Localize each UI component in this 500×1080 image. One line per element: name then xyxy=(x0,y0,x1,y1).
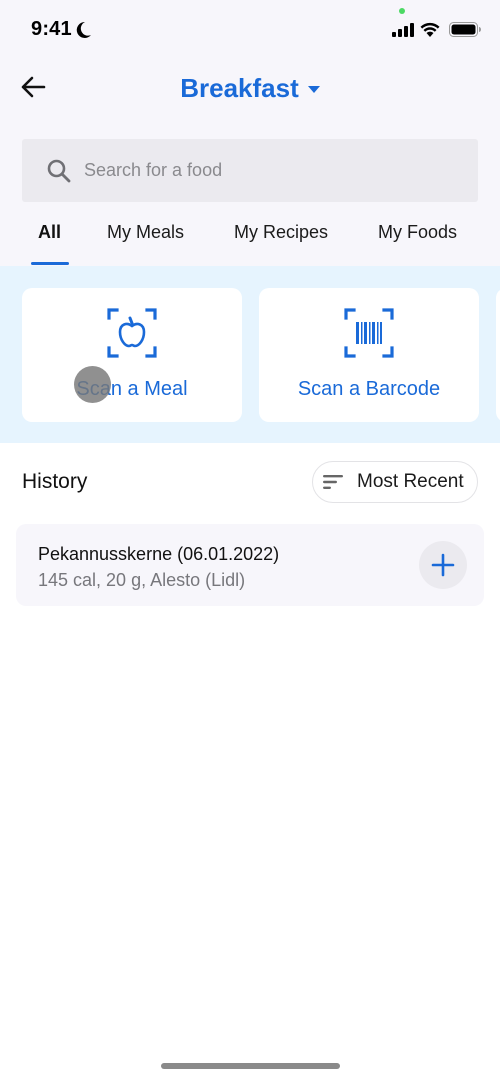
caret-down-icon xyxy=(307,86,320,93)
scan-barcode-button[interactable]: Scan a Barcode xyxy=(259,288,479,422)
tab-bar: All My Meals My Recipes My Foods xyxy=(0,222,500,266)
scan-option-partial-card[interactable] xyxy=(496,288,500,422)
battery-icon xyxy=(449,22,481,37)
wifi-icon xyxy=(420,22,440,37)
add-food-button[interactable] xyxy=(419,541,467,589)
scan-options-section: Scan a Meal Scan a Barcode xyxy=(0,266,500,443)
scan-apple-icon xyxy=(107,308,157,358)
moon-icon xyxy=(76,21,91,38)
home-indicator[interactable] xyxy=(161,1063,340,1069)
header: Breakfast xyxy=(0,70,500,106)
sort-icon xyxy=(323,475,343,489)
scan-barcode-label: Scan a Barcode xyxy=(297,378,441,400)
status-time: 9:41 xyxy=(31,18,72,40)
signal-icon xyxy=(392,23,414,37)
sort-button[interactable]: Most Recent xyxy=(312,461,478,503)
tab-my-recipes[interactable]: My Recipes xyxy=(234,222,328,243)
tab-my-foods[interactable]: My Foods xyxy=(378,222,457,243)
food-details: 145 cal, 20 g, Alesto (Lidl) xyxy=(38,570,246,590)
scan-barcode-icon xyxy=(344,308,394,358)
search-box[interactable] xyxy=(22,139,478,202)
active-tab-indicator xyxy=(31,262,69,265)
privacy-indicator-dot xyxy=(399,8,405,14)
history-list-item[interactable]: Pekannusskerne (06.01.2022) 145 cal, 20 … xyxy=(16,524,484,606)
page-title: Breakfast xyxy=(180,72,299,103)
sort-label: Most Recent xyxy=(357,471,464,492)
food-name: Pekannusskerne (06.01.2022) xyxy=(38,544,280,564)
search-input[interactable] xyxy=(84,160,444,181)
meal-selector-dropdown[interactable]: Breakfast xyxy=(180,73,320,104)
scan-meal-label: Scan a Meal xyxy=(76,378,188,400)
scan-meal-button[interactable]: Scan a Meal xyxy=(22,288,242,422)
plus-icon xyxy=(431,553,455,577)
status-bar: 9:41 xyxy=(0,0,500,60)
history-heading: History xyxy=(22,470,88,493)
tab-my-meals[interactable]: My Meals xyxy=(107,222,184,243)
search-icon xyxy=(47,159,71,182)
tab-all[interactable]: All xyxy=(38,222,61,243)
